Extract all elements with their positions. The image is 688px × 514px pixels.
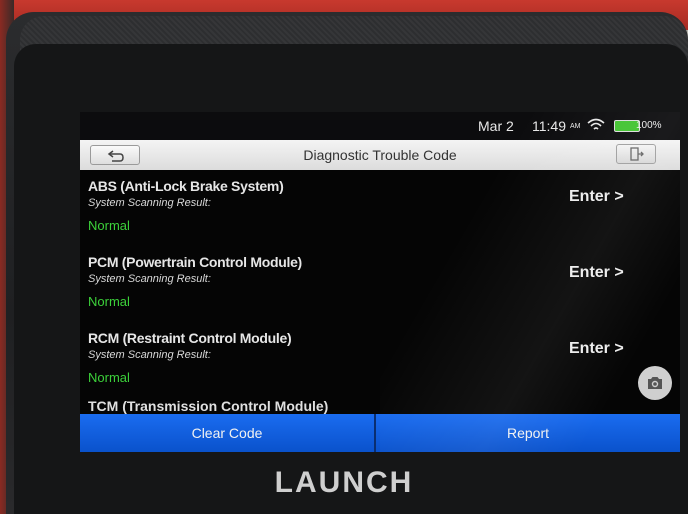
scan-result-label: System Scanning Result: [88, 349, 211, 361]
title-bar: Diagnostic Trouble Code [80, 140, 680, 170]
system-list: ABS (Anti-Lock Brake System) System Scan… [80, 170, 680, 414]
camera-icon [648, 377, 662, 389]
scan-result-label: System Scanning Result: [88, 197, 211, 209]
exit-button[interactable] [616, 144, 656, 164]
clear-code-button[interactable]: Clear Code [80, 414, 374, 452]
device-screen: Mar 2 11:49 AM 100% Diagnostic Trouble C… [80, 112, 680, 452]
screenshot-button[interactable] [638, 366, 672, 400]
bottom-action-bar: Clear Code Report [80, 414, 680, 452]
enter-button[interactable]: Enter > [569, 264, 624, 282]
enter-button[interactable]: Enter > [569, 340, 624, 358]
system-name-partial[interactable]: TCM (Transmission Control Module) [88, 398, 328, 414]
battery-level: 100% [636, 120, 662, 131]
scan-result-status: Normal [88, 294, 130, 309]
scan-result-label: System Scanning Result: [88, 273, 211, 285]
system-name: ABS (Anti-Lock Brake System) [88, 178, 284, 194]
list-item[interactable]: PCM (Powertrain Control Module) System S… [80, 246, 680, 322]
wifi-icon [587, 118, 605, 132]
brand-logo: LAUNCH [274, 466, 414, 499]
system-name: RCM (Restraint Control Module) [88, 330, 292, 346]
status-ampm: AM [570, 123, 581, 130]
status-time: 11:49 [532, 118, 566, 134]
enter-button[interactable]: Enter > [569, 188, 624, 206]
status-bar: Mar 2 11:49 AM 100% [80, 112, 680, 140]
exit-door-icon [630, 147, 644, 161]
report-button[interactable]: Report [376, 414, 680, 452]
status-date: Mar 2 [478, 118, 514, 134]
scan-result-status: Normal [88, 218, 130, 233]
list-item[interactable]: RCM (Restraint Control Module) System Sc… [80, 322, 680, 398]
list-item[interactable]: ABS (Anti-Lock Brake System) System Scan… [80, 170, 680, 246]
page-title: Diagnostic Trouble Code [303, 147, 457, 163]
system-name: PCM (Powertrain Control Module) [88, 254, 302, 270]
scan-result-status: Normal [88, 370, 130, 385]
